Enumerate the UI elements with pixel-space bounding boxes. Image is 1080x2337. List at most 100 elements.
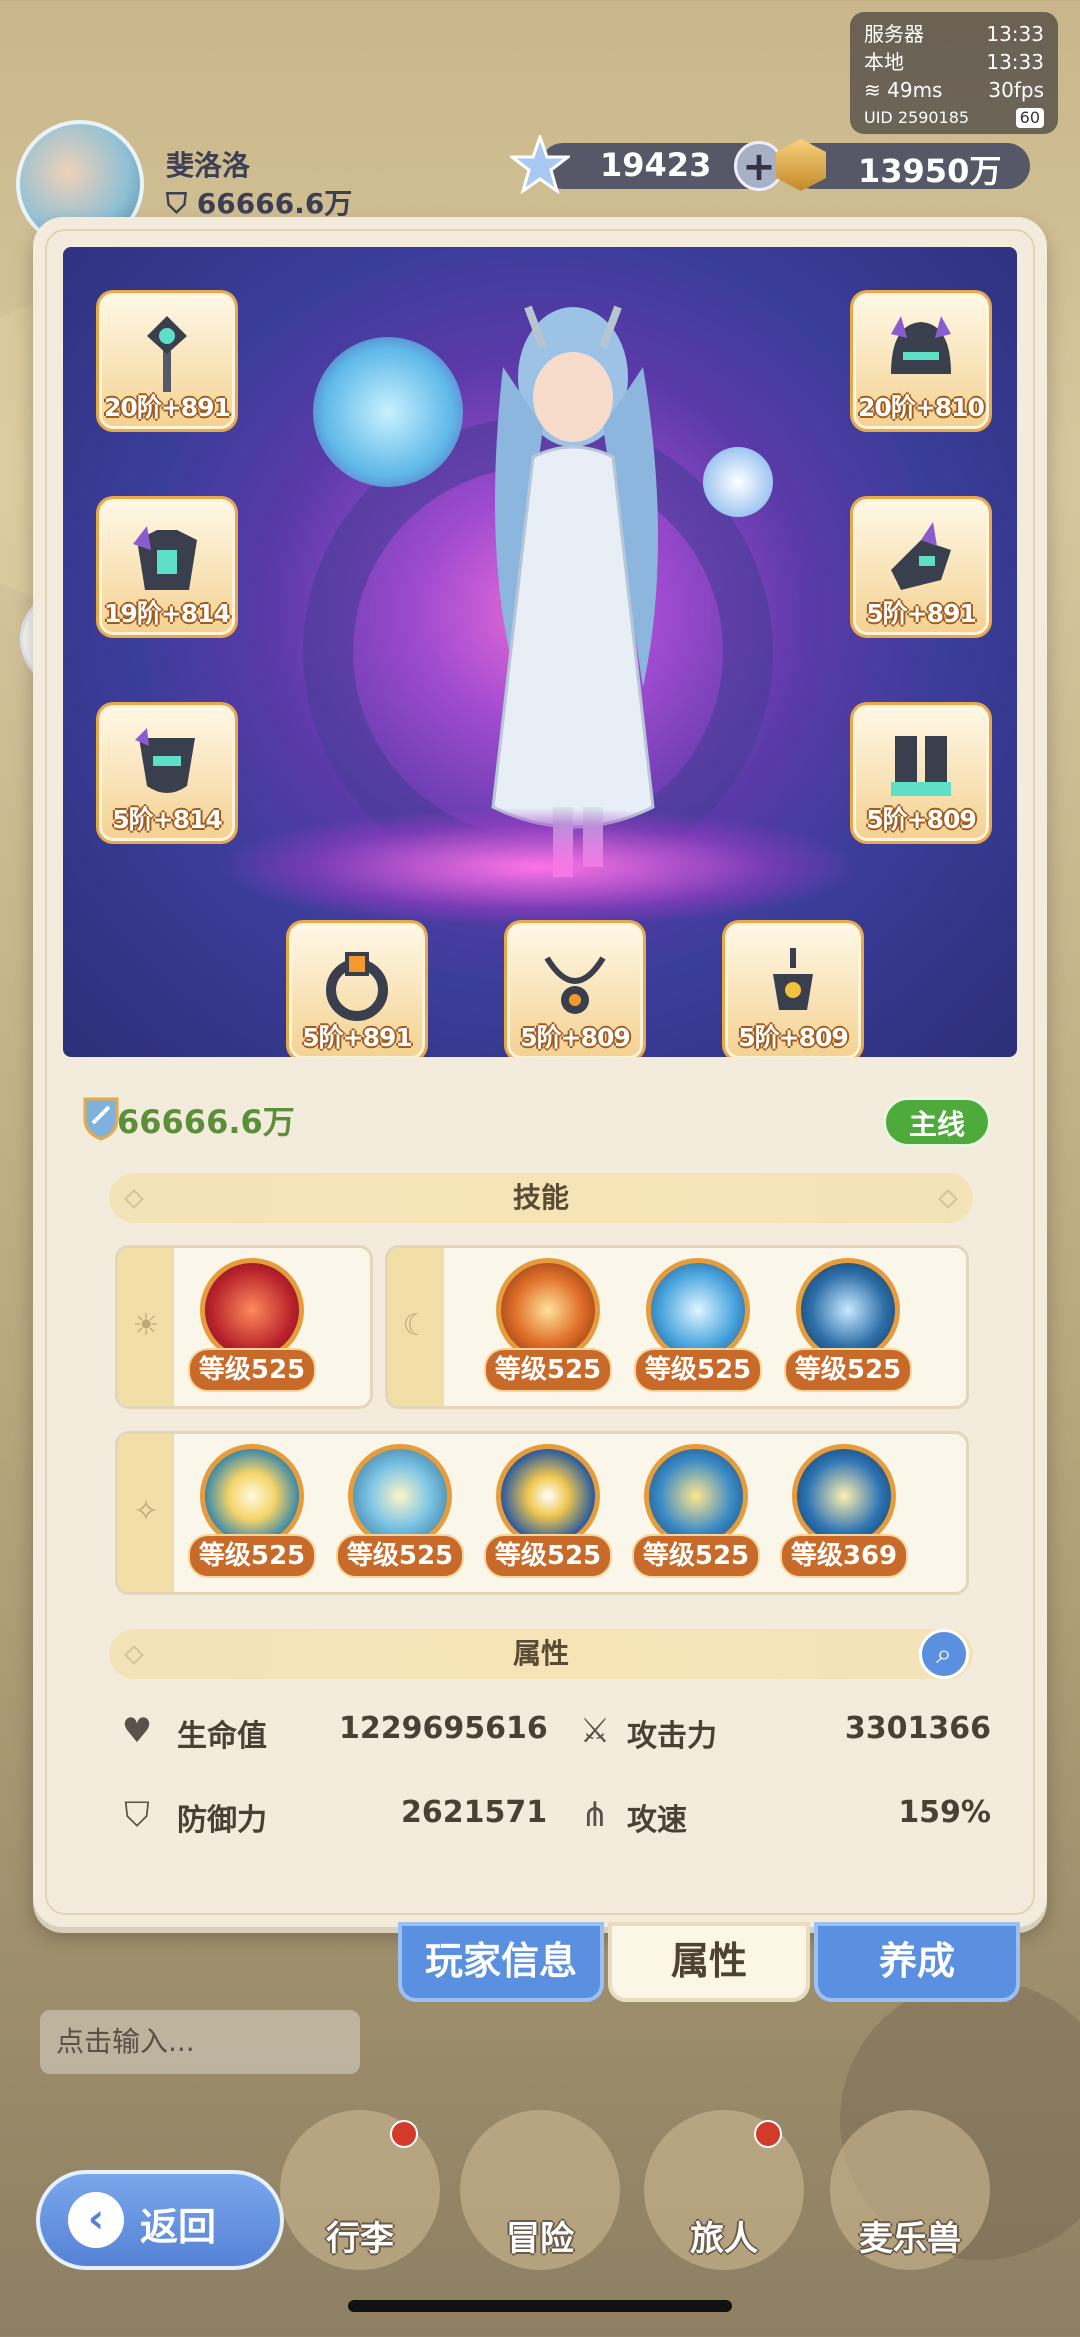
crossed-swords-icon: ⚔ [579,1711,611,1751]
fps-value: 30fps [988,78,1044,102]
gem-counter: 19423 + [510,135,784,195]
heart-icon: ♥ [121,1711,153,1751]
combat-power-icon [83,1097,119,1141]
staff-icon [147,316,187,392]
local-label: 本地 [864,50,904,74]
skill-slot[interactable]: 等级525 [484,1258,612,1392]
belt-icon [135,728,195,793]
magic-floor [213,807,863,927]
character-panel: 20阶+891 20阶+810 19阶+814 5阶+891 5阶+814 5阶… [33,217,1047,1927]
skill-icon [496,1258,600,1362]
nav-label: 行李 [326,2219,394,2259]
back-label: 返回 [140,2205,217,2249]
skill-level: 等级525 [484,1348,612,1392]
equip-slot-armor[interactable]: 19阶+814 [99,499,235,635]
equip-slot-belt[interactable]: 5阶+814 [99,705,235,841]
equip-slot-necklace[interactable]: 5阶+809 [507,923,643,1057]
nav-adventure[interactable]: 冒险 [460,2110,620,2270]
skill-icon [646,1258,750,1362]
nav-traveler[interactable]: 旅人 [644,2110,804,2270]
sparkle-icon: ✧ [133,1494,159,1529]
atk-label: 攻击力 [627,1719,717,1754]
equip-level: 20阶+891 [104,393,231,422]
server-label: 服务器 [864,22,924,46]
skill-icon [200,1444,304,1548]
equip-slot-staff[interactable]: 20阶+891 [99,293,235,429]
def-value: 2621571 [401,1795,548,1830]
equip-slot-boots[interactable]: 5阶+809 [853,705,989,841]
attributes-section-header: 属性 [109,1629,973,1679]
gold-counter: 13950万 [776,139,1030,191]
tab-growth[interactable]: 养成 [814,1922,1020,2002]
gold-coin-icon [776,139,826,191]
tab-attributes[interactable]: 属性 [608,1922,810,2002]
gem-value: 19423 [600,146,712,184]
sun-icon: ☀ [132,1308,160,1343]
nav-label: 冒险 [506,2219,574,2259]
server-time: 13:33 [986,22,1044,46]
skill-slot[interactable]: 等级369 [780,1444,908,1578]
skill-group-sun: ☀ 等级525 [115,1245,373,1409]
nav-bag[interactable]: 行李 [280,2110,440,2270]
equip-level: 19阶+814 [104,599,231,628]
skill-level: 等级525 [784,1348,912,1392]
equip-level: 5阶+809 [866,805,977,834]
equip-slot-gauntlet[interactable]: 5阶+891 [853,499,989,635]
skill-level: 等级525 [632,1534,760,1578]
diamond-ornament [124,1645,144,1665]
skill-slot[interactable]: 等级525 [634,1258,762,1392]
skill-level: 等级525 [336,1534,464,1578]
skill-level: 等级525 [188,1534,316,1578]
skills-section-header: 技能 [109,1173,973,1223]
skill-group-moon: ☾ 等级525 等级525 等级525 [385,1245,969,1409]
skill-slot[interactable]: 等级525 [188,1258,316,1392]
skill-slot[interactable]: 等级525 [484,1444,612,1578]
water-orb [313,337,463,487]
skill-slot[interactable]: 等级525 [632,1444,760,1578]
tab-player-info[interactable]: 玩家信息 [398,1922,604,2002]
skill-icon [796,1258,900,1362]
equip-level: 5阶+891 [866,599,977,628]
chat-input[interactable]: 点击输入... [40,2010,360,2074]
skill-slot[interactable]: 等级525 [784,1258,912,1392]
search-icon[interactable]: ⌕ [919,1629,969,1679]
home-indicator[interactable] [348,2300,732,2312]
equip-level: 5阶+809 [520,1023,631,1052]
moon-icon: ☾ [402,1308,430,1343]
back-button[interactable]: ‹ 返回 [36,2170,284,2270]
diamond-ornament [124,1189,144,1209]
def-label: 防御力 [177,1803,267,1838]
notification-dot [754,2120,782,2148]
player-power: ⛉ 66666.6万 [166,187,353,220]
moon-tab: ☾ [388,1248,444,1406]
hp-value: 1229695616 [339,1711,548,1746]
equip-level: 20阶+810 [858,393,985,422]
nav-label: 麦乐兽 [859,2219,961,2259]
equip-slot-amulet[interactable]: 5阶+809 [725,923,861,1057]
gauntlet-icon [891,522,951,590]
wifi-icon: ≋ [864,78,881,102]
battery-icon: 60 [1015,108,1044,128]
skill-level: 等级525 [484,1534,612,1578]
spd-value: 159% [898,1795,991,1830]
skill-group-star: ✧ 等级525 等级525 等级525 等级525 等级369 [115,1431,969,1595]
character-scene: 20阶+891 20阶+810 19阶+814 5阶+891 5阶+814 5阶… [63,247,1017,1057]
attributes-title: 属性 [512,1637,569,1670]
skill-icon [200,1258,304,1362]
nav-pet[interactable]: 麦乐兽 [830,2110,990,2270]
player-tag[interactable]: 斐洛洛 ⛉ 66666.6万 [16,120,406,248]
mainline-badge[interactable]: 主线 [883,1097,991,1147]
skill-level: 等级525 [634,1348,762,1392]
attack-speed-icon: ⋔ [580,1795,610,1835]
helmet-icon [891,316,951,374]
skill-slot[interactable]: 等级525 [188,1444,316,1578]
spd-label: 攻速 [627,1803,687,1838]
notification-dot [390,2120,418,2148]
skill-level: 等级525 [188,1348,316,1392]
equip-slot-helmet[interactable]: 20阶+810 [853,293,989,429]
star-gem-icon [510,135,570,195]
skill-icon [644,1444,748,1548]
skill-slot[interactable]: 等级525 [336,1444,464,1578]
equip-slot-ring[interactable]: 5阶+891 [289,923,425,1057]
atk-value: 3301366 [844,1711,991,1746]
